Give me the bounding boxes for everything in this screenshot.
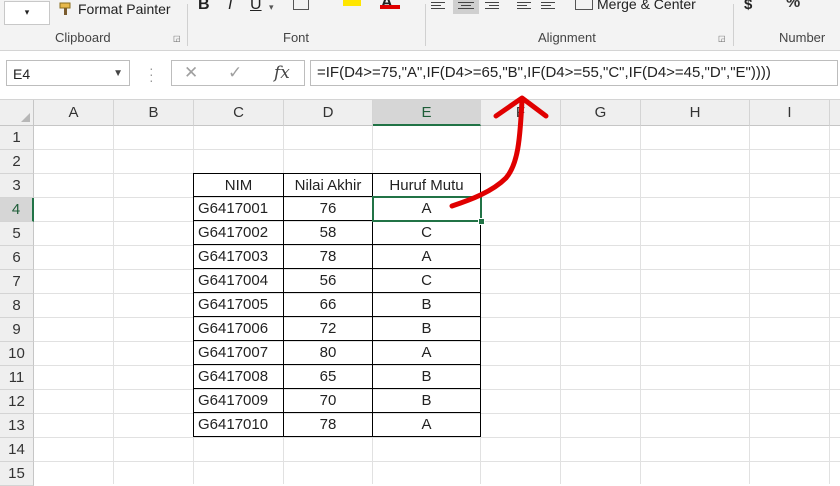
annotation-arrow	[449, 95, 549, 209]
